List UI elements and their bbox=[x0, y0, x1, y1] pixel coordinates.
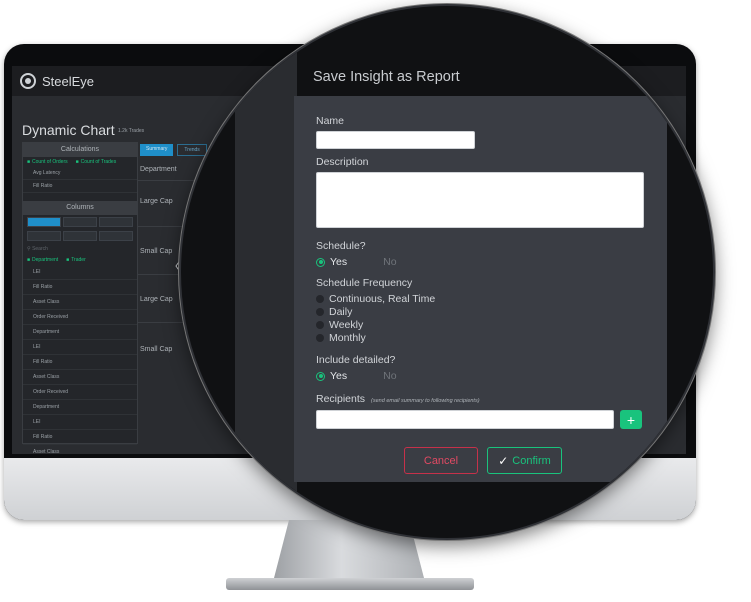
column-tab[interactable] bbox=[63, 217, 97, 227]
table-row-label: Large Cap bbox=[140, 198, 173, 205]
frequency-option-monthly[interactable]: Monthly bbox=[316, 332, 366, 344]
description-label: Description bbox=[316, 156, 369, 168]
column-item[interactable]: Asset Class bbox=[23, 370, 137, 385]
confirm-button[interactable]: ✓ Confirm bbox=[487, 447, 562, 474]
frequency-option-label: Daily bbox=[329, 306, 353, 318]
calc-item[interactable]: Avg Latency bbox=[23, 167, 137, 180]
recipients-hint: (send email summary to following recipie… bbox=[371, 398, 480, 404]
frequency-label: Schedule Frequency bbox=[316, 277, 413, 289]
description-input[interactable] bbox=[316, 172, 644, 228]
frequency-option-continuous[interactable]: Continuous, Real Time bbox=[316, 293, 435, 305]
recipients-input[interactable] bbox=[316, 410, 614, 429]
calculations-header: Calculations bbox=[23, 143, 137, 157]
recipients-label: Recipients bbox=[316, 393, 366, 405]
schedule-yes-radio[interactable] bbox=[316, 257, 325, 267]
column-item[interactable]: Department bbox=[23, 400, 137, 415]
frequency-option-label: Continuous, Real Time bbox=[329, 293, 436, 305]
modal-title: Save Insight as Report bbox=[313, 69, 460, 85]
include-detailed-label: Include detailed? bbox=[316, 354, 396, 366]
column-item[interactable]: Asset Class bbox=[23, 295, 137, 310]
column-tab[interactable] bbox=[99, 217, 133, 227]
column-item[interactable]: Fill Ratio bbox=[23, 280, 137, 295]
save-report-modal: Name Description Schedule? Yes No Schedu… bbox=[294, 96, 667, 482]
column-checks: Department Trader bbox=[23, 255, 137, 265]
calc-check-count-trades[interactable]: Count of Trades bbox=[76, 159, 117, 165]
magnifier-lens: Save Insight as Report Name Description … bbox=[179, 4, 715, 540]
table-column-header: Department bbox=[140, 166, 177, 173]
column-check-trader[interactable]: Trader bbox=[66, 257, 86, 263]
frequency-radio[interactable] bbox=[316, 334, 324, 342]
column-item[interactable]: Fill Ratio bbox=[23, 355, 137, 370]
column-tab[interactable] bbox=[27, 231, 61, 241]
column-check-department[interactable]: Department bbox=[27, 257, 58, 263]
column-tabs-row-2 bbox=[23, 229, 137, 243]
frequency-radio[interactable] bbox=[316, 295, 324, 303]
column-search-input[interactable]: ⚲ Search bbox=[23, 243, 137, 255]
frequency-option-label: Weekly bbox=[329, 319, 364, 331]
column-item[interactable]: Order Received bbox=[23, 310, 137, 325]
recipients-label-row: Recipients (send email summary to follow… bbox=[316, 393, 480, 405]
frequency-option-daily[interactable]: Daily bbox=[316, 306, 352, 318]
table-row-label: Large Cap bbox=[140, 296, 173, 303]
schedule-label: Schedule? bbox=[316, 240, 366, 252]
name-input[interactable] bbox=[316, 131, 475, 149]
column-item[interactable]: Fill Ratio bbox=[23, 430, 137, 445]
frequency-option-weekly[interactable]: Weekly bbox=[316, 319, 363, 331]
column-item[interactable]: LEI bbox=[23, 340, 137, 355]
page-title: Dynamic Chart bbox=[22, 122, 115, 138]
detailed-yes-label[interactable]: Yes bbox=[330, 370, 347, 382]
table-row-label: Small Cap bbox=[140, 248, 173, 255]
detailed-no-option[interactable]: No bbox=[383, 370, 396, 382]
calc-checks: Count of Orders Count of Trades bbox=[23, 157, 137, 167]
confirm-label: Confirm bbox=[512, 454, 551, 467]
column-tab[interactable] bbox=[63, 231, 97, 241]
column-item[interactable]: Department bbox=[23, 325, 137, 340]
column-item[interactable]: Order Received bbox=[23, 385, 137, 400]
column-tab[interactable] bbox=[27, 217, 61, 227]
column-item[interactable]: LEI bbox=[23, 415, 137, 430]
cancel-button[interactable]: Cancel bbox=[404, 447, 478, 474]
chart-tabs: Summary Trends bbox=[140, 144, 207, 156]
sidebar-panel: Calculations Count of Orders Count of Tr… bbox=[22, 142, 138, 454]
column-tabs-row-1 bbox=[23, 215, 137, 229]
calc-check-count-orders[interactable]: Count of Orders bbox=[27, 159, 68, 165]
add-recipient-button[interactable]: + bbox=[620, 410, 642, 429]
monitor-stand-foot bbox=[226, 578, 474, 590]
steeleye-logo-icon bbox=[20, 73, 36, 89]
plus-icon: + bbox=[626, 411, 636, 428]
brand-name: SteelEye bbox=[42, 73, 95, 89]
calc-item[interactable]: Fill Ratio bbox=[23, 180, 137, 193]
schedule-radio-group: Yes No bbox=[316, 256, 397, 268]
frequency-radio[interactable] bbox=[316, 321, 324, 329]
detailed-radio-group: Yes No bbox=[316, 370, 397, 382]
column-item[interactable]: Asset Class bbox=[23, 445, 137, 454]
frequency-radio[interactable] bbox=[316, 308, 324, 316]
column-tab[interactable] bbox=[99, 231, 133, 241]
schedule-yes-label[interactable]: Yes bbox=[330, 256, 347, 268]
lens-background-strip bbox=[235, 6, 297, 538]
page-subtitle: 1.2k Trades bbox=[118, 128, 145, 134]
check-icon: ✓ bbox=[498, 453, 509, 468]
tab-trends[interactable]: Trends bbox=[177, 144, 207, 156]
detailed-yes-radio[interactable] bbox=[316, 371, 325, 381]
column-item[interactable]: LEI bbox=[23, 265, 137, 280]
tab-summary[interactable]: Summary bbox=[140, 144, 174, 156]
table-row-label: Small Cap bbox=[140, 346, 173, 353]
frequency-option-label: Monthly bbox=[329, 332, 366, 344]
name-label: Name bbox=[316, 115, 345, 127]
schedule-no-option[interactable]: No bbox=[383, 256, 396, 268]
columns-header: Columns bbox=[23, 201, 137, 215]
